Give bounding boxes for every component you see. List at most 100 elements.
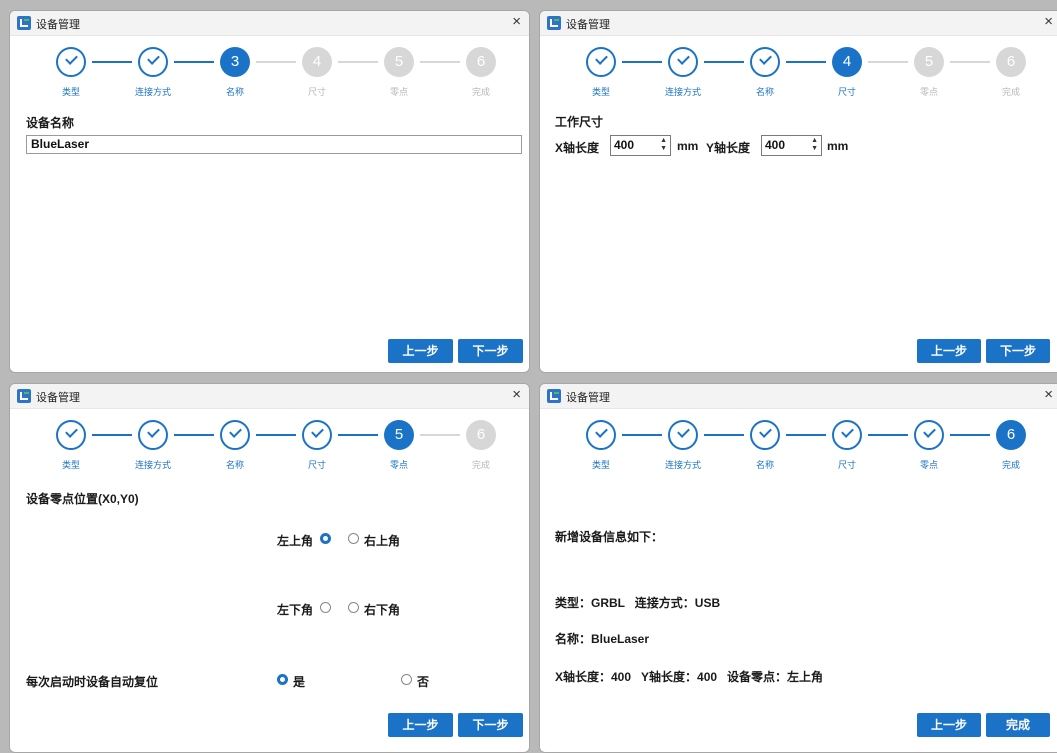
- spin-arrows-icon[interactable]: ▲ ▼: [811, 137, 818, 153]
- bottom-left-radio[interactable]: [320, 602, 331, 613]
- app-logo-icon: [17, 16, 31, 30]
- step-number-badge: 4: [302, 47, 332, 77]
- x-length-spinbox[interactable]: 400 ▲ ▼: [610, 135, 671, 156]
- step-label: 类型: [61, 460, 80, 470]
- step-3: 3 名称: [190, 47, 280, 109]
- step-label: 完成: [1001, 460, 1020, 470]
- checkmark-icon: [302, 420, 332, 450]
- close-icon[interactable]: ×: [1044, 386, 1053, 404]
- step-label: 连接方式: [664, 87, 701, 97]
- app-logo-icon: [17, 389, 31, 403]
- step-label: 零点: [919, 460, 938, 470]
- step-4: 4 尺寸: [802, 47, 892, 109]
- next-step-button[interactable]: 下一步: [986, 339, 1050, 363]
- close-icon[interactable]: ×: [1044, 13, 1053, 31]
- next-step-button[interactable]: 下一步: [458, 339, 523, 363]
- summary-size-origin: X轴长度：400 Y轴长度：400 设备零点：左上角: [555, 670, 824, 684]
- step-2: 连接方式: [638, 47, 728, 109]
- step-indicator: 类型 连接方式 3 名称 4 尺寸 5 零点 6 完成: [10, 47, 529, 109]
- title-bar: 设备管理 ×: [540, 11, 1057, 36]
- step-label: 完成: [1001, 87, 1020, 97]
- reset-yes-radio[interactable]: [277, 674, 288, 685]
- step-label: 连接方式: [664, 460, 701, 470]
- step-6: 6 完成: [966, 420, 1056, 482]
- step-label: 类型: [591, 87, 610, 97]
- step-label: 尺寸: [837, 87, 856, 97]
- checkmark-icon: [750, 420, 780, 450]
- prev-step-button[interactable]: 上一步: [388, 339, 453, 363]
- step-label: 连接方式: [134, 460, 171, 470]
- step-5: 5 零点: [354, 420, 444, 482]
- step-number-badge: 6: [466, 47, 496, 77]
- window-title: 设备管理: [566, 19, 610, 31]
- step-4: 尺寸: [802, 420, 892, 482]
- step-label: 名称: [225, 460, 244, 470]
- step-6: 6 完成: [436, 420, 526, 482]
- prev-step-button[interactable]: 上一步: [917, 713, 981, 737]
- step-2: 连接方式: [638, 420, 728, 482]
- step-4: 尺寸: [272, 420, 362, 482]
- spin-arrows-icon[interactable]: ▲ ▼: [660, 137, 667, 153]
- finish-button[interactable]: 完成: [986, 713, 1050, 737]
- step-label: 类型: [591, 460, 610, 470]
- dialog-device-summary: 设备管理 × 类型 连接方式 名称 尺寸 零点 6 完成 新增设备信息如下： 类型：GRBL…: [539, 383, 1057, 753]
- step-number-badge: 3: [220, 47, 250, 77]
- x-length-value: 400: [614, 138, 635, 152]
- step-6: 6 完成: [966, 47, 1056, 109]
- x-unit-label: mm: [677, 139, 699, 153]
- device-name-label: 设备名称: [26, 116, 75, 130]
- title-bar: 设备管理 ×: [10, 384, 529, 409]
- dialog-device-name: 设备管理 × 类型 连接方式 3 名称 4 尺寸 5 零点 6 完成 设备名称 BlueLaser…: [9, 10, 530, 373]
- prev-step-button[interactable]: 上一步: [917, 339, 981, 363]
- step-label: 尺寸: [307, 87, 326, 97]
- reset-yes-label: 是: [293, 675, 306, 689]
- checkmark-icon: [138, 420, 168, 450]
- step-3: 名称: [720, 420, 810, 482]
- top-left-radio[interactable]: [320, 533, 331, 544]
- checkmark-icon: [56, 420, 86, 450]
- step-label: 零点: [919, 87, 938, 97]
- dialog-device-size: 设备管理 × 类型 连接方式 名称 4 尺寸 5 零点 6 完成 工作尺寸 X轴长度 400 ▲…: [539, 10, 1057, 373]
- step-label: 零点: [389, 87, 408, 97]
- step-number-badge: 6: [466, 420, 496, 450]
- step-label: 零点: [389, 460, 408, 470]
- checkmark-icon: [750, 47, 780, 77]
- step-5: 5 零点: [884, 47, 974, 109]
- step-label: 完成: [471, 87, 490, 97]
- reset-no-label: 否: [417, 675, 430, 689]
- auto-reset-label: 每次启动时设备自动复位: [26, 675, 159, 689]
- step-label: 名称: [225, 87, 244, 97]
- step-1: 类型: [26, 47, 116, 109]
- title-bar: 设备管理 ×: [10, 11, 529, 36]
- dialog-device-origin: 设备管理 × 类型 连接方式 名称 尺寸 5 零点 6 完成 设备零点位置(X0,Y0) 左上…: [9, 383, 530, 753]
- y-length-value: 400: [765, 138, 786, 152]
- checkmark-icon: [220, 420, 250, 450]
- top-right-radio[interactable]: [348, 533, 359, 544]
- bottom-right-label: 右下角: [364, 603, 401, 617]
- step-3: 名称: [720, 47, 810, 109]
- device-name-input[interactable]: BlueLaser: [26, 135, 522, 154]
- close-icon[interactable]: ×: [512, 13, 521, 31]
- step-label: 类型: [61, 87, 80, 97]
- bottom-right-radio[interactable]: [348, 602, 359, 613]
- app-logo-icon: [547, 16, 561, 30]
- checkmark-icon: [586, 420, 616, 450]
- step-indicator: 类型 连接方式 名称 尺寸 5 零点 6 完成: [10, 420, 529, 482]
- close-icon[interactable]: ×: [512, 386, 521, 404]
- checkmark-icon: [56, 47, 86, 77]
- step-3: 名称: [190, 420, 280, 482]
- step-label: 尺寸: [837, 460, 856, 470]
- prev-step-button[interactable]: 上一步: [388, 713, 453, 737]
- top-right-label: 右上角: [364, 534, 401, 548]
- next-step-button[interactable]: 下一步: [458, 713, 523, 737]
- checkmark-icon: [668, 47, 698, 77]
- reset-no-radio[interactable]: [401, 674, 412, 685]
- step-indicator: 类型 连接方式 名称 尺寸 零点 6 完成: [540, 420, 1057, 482]
- step-2: 连接方式: [108, 47, 198, 109]
- work-size-label: 工作尺寸: [555, 115, 604, 129]
- y-length-spinbox[interactable]: 400 ▲ ▼: [761, 135, 822, 156]
- step-number-badge: 5: [384, 47, 414, 77]
- summary-heading: 新增设备信息如下：: [555, 530, 664, 544]
- step-label: 尺寸: [307, 460, 326, 470]
- summary-type-connection: 类型：GRBL 连接方式：USB: [555, 596, 721, 610]
